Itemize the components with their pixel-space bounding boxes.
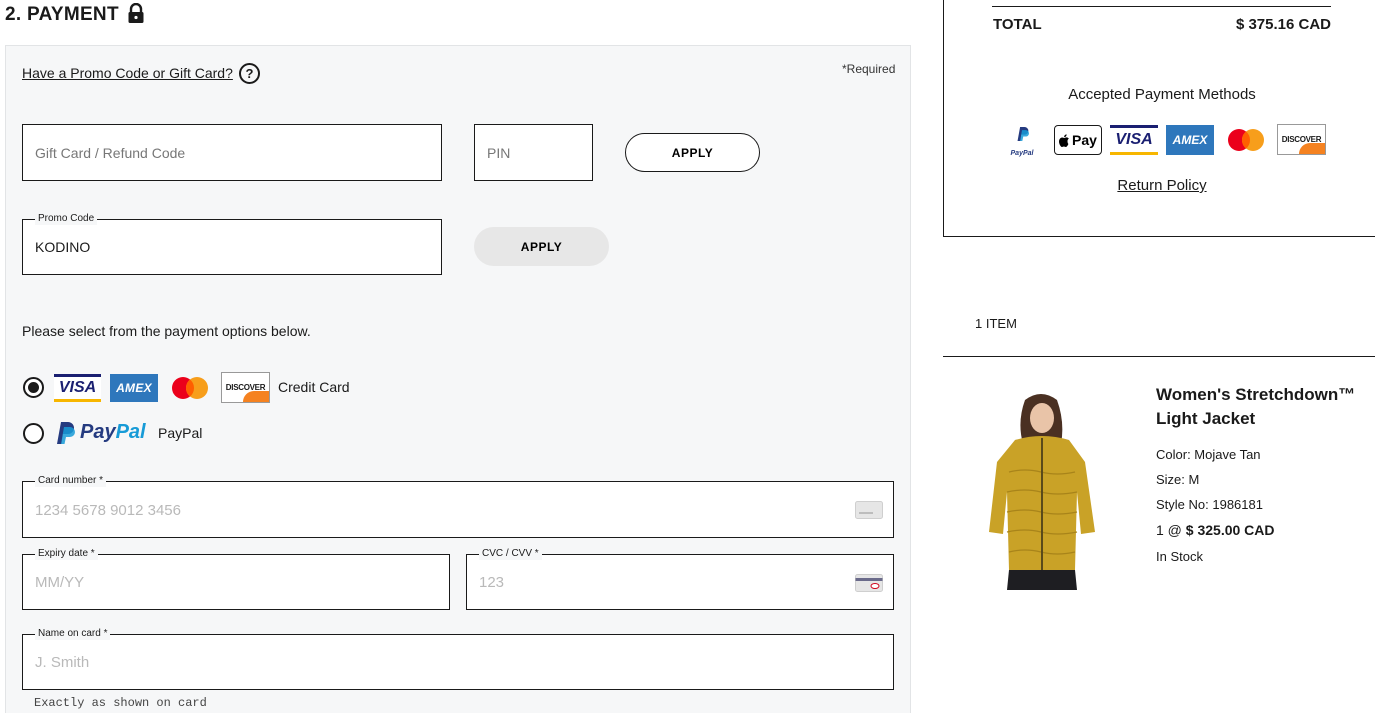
credit-card-icon	[855, 501, 883, 519]
name-on-card-hint: Exactly as shown on card	[34, 696, 207, 710]
total-label: TOTAL	[993, 16, 1042, 33]
product-style: Style No: 1986181	[1156, 497, 1263, 512]
product-stock: In Stock	[1156, 549, 1203, 564]
promo-gift-card-link[interactable]: Have a Promo Code or Gift Card?	[22, 65, 233, 81]
product-price: $ 325.00 CAD	[1185, 522, 1275, 538]
visa-small-icon: VISA	[1110, 125, 1158, 155]
discover-small-icon: DISCOVER	[1277, 124, 1326, 155]
paypal-wordmark: PayPal	[80, 421, 146, 443]
product-image[interactable]	[985, 392, 1099, 590]
promo-code-input[interactable]	[23, 220, 441, 274]
pin-field	[474, 124, 593, 181]
amex-small-icon: AMEX	[1166, 125, 1214, 155]
product-qty-price: 1 @ $ 325.00 CAD	[1156, 522, 1275, 538]
paypal-radio[interactable]	[23, 423, 44, 444]
credit-card-radio[interactable]	[23, 377, 44, 398]
visa-icon: VISA	[54, 374, 101, 402]
lock-icon	[128, 3, 144, 23]
name-on-card-field: Name on card *	[22, 628, 894, 690]
paypal-p-icon	[57, 422, 75, 444]
accepted-methods-title: Accepted Payment Methods	[1068, 86, 1256, 103]
required-note: *Required	[842, 62, 896, 76]
paypal-small-icon: PayPal	[1007, 126, 1037, 157]
return-policy-link[interactable]: Return Policy	[943, 177, 1375, 194]
mastercard-small-icon	[1228, 129, 1264, 151]
name-on-card-input[interactable]	[23, 635, 893, 689]
promo-code-legend: Promo Code	[35, 213, 98, 225]
apple-pay-icon: Pay	[1054, 125, 1102, 155]
promo-code-field: Promo Code	[22, 213, 442, 275]
expiry-input[interactable]	[23, 555, 449, 609]
payment-instructions: Please select from the payment options b…	[22, 323, 311, 339]
card-number-input[interactable]	[23, 482, 893, 537]
apply-promo-button[interactable]: APPLY	[474, 227, 609, 266]
cvc-input[interactable]	[467, 555, 893, 609]
card-number-field: Card number *	[22, 475, 894, 538]
paypal-label: PayPal	[158, 425, 203, 441]
apply-gift-card-button[interactable]: APPLY	[625, 133, 760, 172]
product-name[interactable]: Women's Stretchdown™ Light Jacket	[1156, 383, 1371, 431]
cvc-card-icon	[855, 574, 883, 592]
product-qty: 1 @	[1156, 522, 1186, 538]
card-number-legend: Card number *	[35, 475, 107, 487]
product-size: Size: M	[1156, 472, 1200, 487]
payment-title: 2. PAYMENT	[5, 4, 119, 25]
gift-card-input[interactable]	[23, 125, 441, 180]
items-divider	[943, 356, 1375, 357]
discover-icon: DISCOVER	[221, 372, 270, 403]
name-on-card-legend: Name on card *	[35, 628, 111, 640]
mastercard-icon	[172, 377, 208, 399]
expiry-legend: Expiry date *	[35, 548, 98, 560]
pin-input[interactable]	[475, 125, 592, 180]
total-divider	[992, 6, 1331, 7]
gift-card-field	[22, 124, 442, 181]
total-value: $ 375.16 CAD	[1235, 16, 1331, 33]
expiry-field: Expiry date *	[22, 548, 450, 610]
order-summary-box	[943, 0, 1375, 237]
cvc-field: CVC / CVV *	[466, 548, 894, 610]
payment-heading: 2. PAYMENT	[5, 3, 145, 26]
help-icon[interactable]: ?	[239, 63, 260, 84]
credit-card-label: Credit Card	[278, 379, 350, 395]
cvc-legend: CVC / CVV *	[479, 548, 542, 560]
amex-icon: AMEX	[110, 374, 158, 402]
product-color: Color: Mojave Tan	[1156, 447, 1261, 462]
items-count: 1 ITEM	[975, 316, 1017, 331]
